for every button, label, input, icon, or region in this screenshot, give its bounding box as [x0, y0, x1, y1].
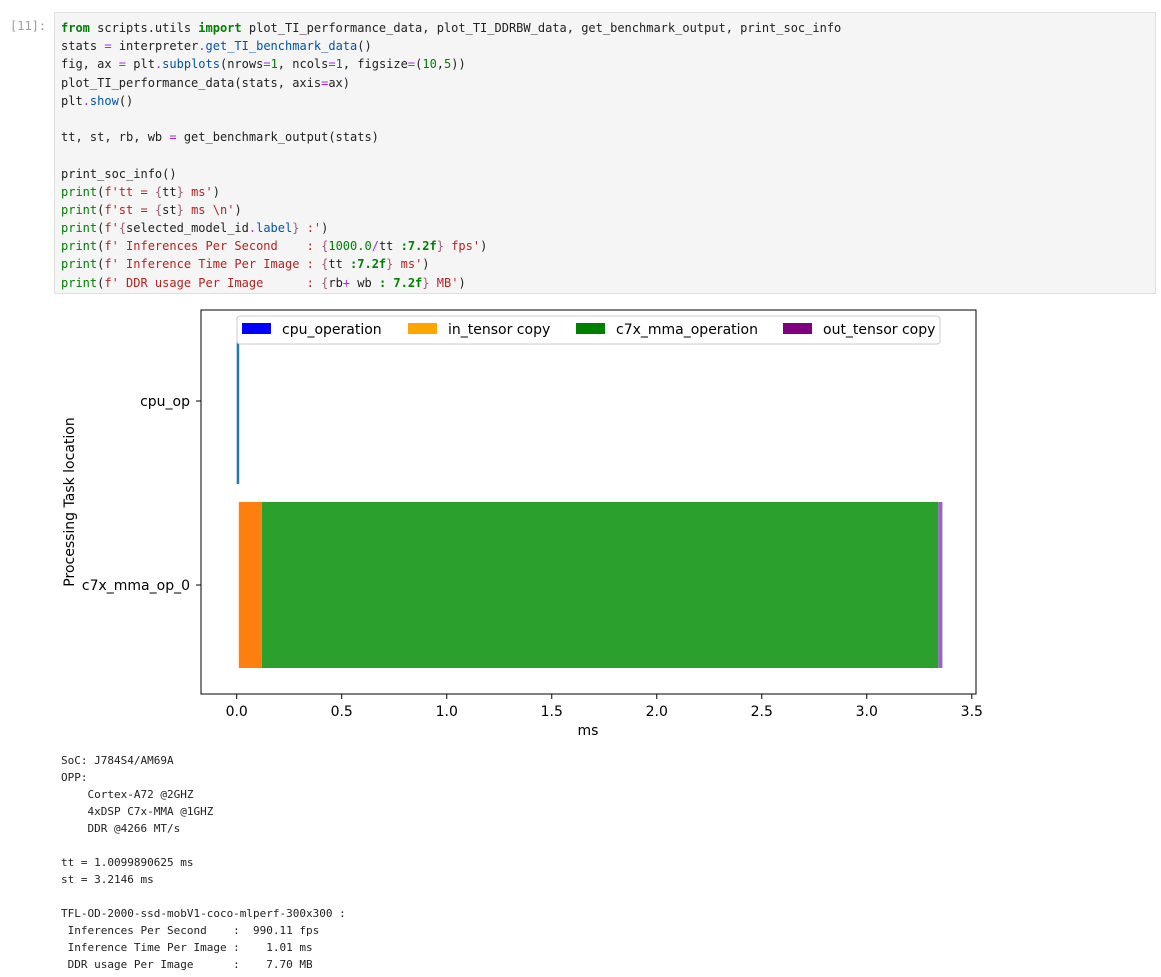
code-cell[interactable]: from scripts.utils import plot_TI_perfor…: [54, 12, 1156, 294]
performance-chart: 0.0 0.5 1.0 1.5 2.0 2.5 3.0 3.5 cpu_op c7x_mma_op…: [62, 309, 983, 739]
y-tick-label: c7x_mma_op_0: [82, 578, 190, 594]
code-line-4: plot_TI_performance_data(stats, axis=ax): [61, 75, 351, 90]
code-line-1: from scripts.utils import plot_TI_perfor…: [61, 21, 842, 35]
bar-c7x-mma-operation-1: [261, 502, 939, 668]
legend-label: cpu_operation: [282, 322, 382, 338]
code-line-5: plt.show(): [61, 93, 134, 108]
x-tick-label: 1.5: [541, 704, 563, 720]
code-line-10: print(f'tt = {tt} ms'): [61, 184, 220, 199]
x-tick-label: 0.0: [226, 704, 248, 720]
output-line: TFL-OD-2000-ssd-mobV1-coco-mlperf-300x30…: [61, 907, 346, 920]
output-line: DDR @4266 MT/s: [61, 822, 181, 835]
legend-label: in_tensor copy: [448, 322, 550, 338]
x-axis-label: ms: [578, 723, 599, 739]
code-line-14: print(f' Inference Time Per Image : {tt …: [61, 257, 430, 272]
legend-label: c7x_mma_operation: [616, 322, 758, 338]
output-line: Inference Time Per Image : 1.01 ms: [61, 941, 313, 954]
code-line-2: stats = interpreter.get_TI_benchmark_dat…: [61, 39, 372, 54]
code-line-15: print(f' DDR usage Per Image : {rb+ wb :…: [61, 275, 466, 290]
legend-swatch: [408, 323, 437, 334]
code-line-7: tt, st, rb, wb = get_benchmark_output(st…: [61, 130, 379, 145]
output-line: OPP:: [61, 771, 88, 784]
code-line-9: print_soc_info(): [61, 166, 177, 181]
x-tick-label: 2.5: [751, 704, 773, 720]
legend-swatch: [783, 323, 812, 334]
output-line: tt = 1.0099890625 ms: [61, 856, 194, 869]
code-line-12: print(f'{selected_model_id.label} :'): [61, 221, 329, 236]
output-line: Inferences Per Second : 990.11 fps: [61, 924, 320, 937]
x-tick-label: 3.0: [856, 704, 878, 720]
legend: cpu_operation in_tensor copy c7x_mma_opera…: [236, 315, 941, 345]
x-tick-label: 1.0: [436, 704, 458, 720]
code-line-11: print(f'st = {st} ms \n'): [61, 202, 242, 217]
output-line: DDR usage Per Image : 7.70 MB: [61, 958, 313, 971]
code-line-3: fig, ax = plt.subplots(nrows=1, ncols=1,…: [61, 57, 466, 72]
cell-prompt: [11]:: [10, 19, 47, 33]
bar-in-tensor-copy-1: [238, 502, 262, 668]
y-axis-label: Processing Task location: [62, 417, 78, 586]
output-line: SoC: J784S4/AM69A: [61, 754, 174, 767]
x-tick-label: 3.5: [961, 704, 983, 720]
code-editor[interactable]: from scripts.utils import plot_TI_perfor…: [61, 19, 841, 292]
output-line: Cortex-A72 @2GHZ: [61, 788, 194, 801]
output-line: st = 3.2146 ms: [61, 873, 154, 886]
bar-out-tensor-copy-1: [938, 502, 943, 668]
x-tick-label: 2.0: [646, 704, 668, 720]
y-tick-label: cpu_op: [140, 394, 190, 410]
x-tick-label: 0.5: [331, 704, 353, 720]
legend-label: out_tensor copy: [823, 322, 935, 338]
legend-swatch: [242, 323, 271, 334]
code-line-13: print(f' Inferences Per Second : {1000.0…: [61, 239, 488, 254]
output-line: 4xDSP C7x-MMA @1GHZ: [61, 805, 214, 818]
cell-output: SoC: J784S4/AM69A OPP: Cortex-A72 @2GHZ 4…: [61, 752, 346, 973]
legend-swatch: [576, 323, 605, 334]
